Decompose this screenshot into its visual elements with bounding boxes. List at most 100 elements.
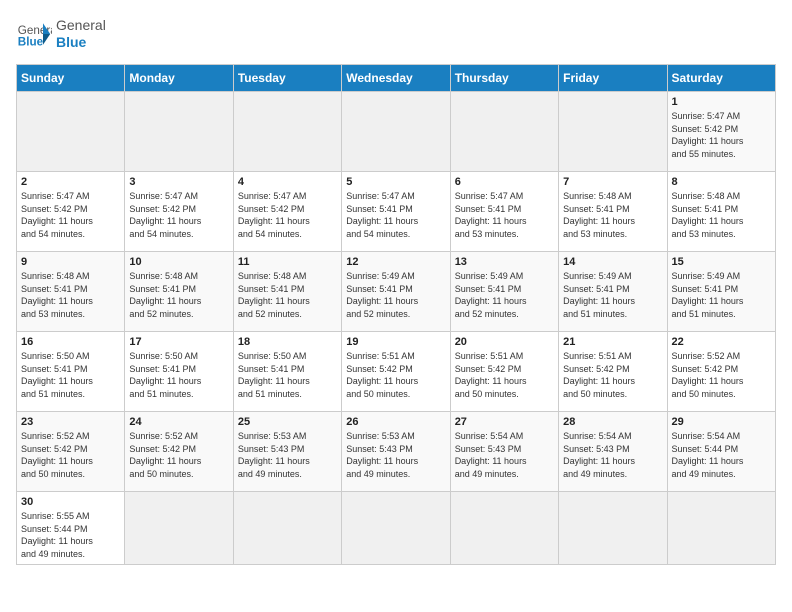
day-info: Sunrise: 5:52 AM Sunset: 5:42 PM Dayligh… [129, 430, 228, 480]
calendar-cell: 17 Sunrise: 5:50 AM Sunset: 5:41 PM Dayli… [125, 332, 233, 412]
day-number: 9 [21, 256, 120, 268]
calendar-cell: 10 Sunrise: 5:48 AM Sunset: 5:41 PM Dayli… [125, 252, 233, 332]
calendar-cell [559, 92, 667, 172]
day-number: 7 [563, 176, 662, 188]
day-number: 6 [455, 176, 554, 188]
day-number: 3 [129, 176, 228, 188]
calendar-cell: 30 Sunrise: 5:55 AM Sunset: 5:44 PM Dayli… [17, 492, 125, 565]
calendar-cell [559, 492, 667, 565]
day-number: 8 [672, 176, 771, 188]
day-info: Sunrise: 5:51 AM Sunset: 5:42 PM Dayligh… [346, 350, 445, 400]
logo-icon: General Blue [16, 16, 52, 52]
day-number: 20 [455, 336, 554, 348]
day-info: Sunrise: 5:51 AM Sunset: 5:42 PM Dayligh… [563, 350, 662, 400]
day-info: Sunrise: 5:55 AM Sunset: 5:44 PM Dayligh… [21, 510, 120, 560]
calendar-cell [17, 92, 125, 172]
day-number: 4 [238, 176, 337, 188]
calendar-cell: 7 Sunrise: 5:48 AM Sunset: 5:41 PM Daylig… [559, 172, 667, 252]
calendar-cell: 26 Sunrise: 5:53 AM Sunset: 5:43 PM Dayli… [342, 412, 450, 492]
calendar-cell: 22 Sunrise: 5:52 AM Sunset: 5:42 PM Dayli… [667, 332, 775, 412]
day-info: Sunrise: 5:49 AM Sunset: 5:41 PM Dayligh… [563, 270, 662, 320]
day-number: 15 [672, 256, 771, 268]
day-number: 10 [129, 256, 228, 268]
calendar-cell [125, 92, 233, 172]
day-number: 14 [563, 256, 662, 268]
day-info: Sunrise: 5:48 AM Sunset: 5:41 PM Dayligh… [238, 270, 337, 320]
calendar-cell: 5Sunrise: 5:47 AM Sunset: 5:41 PM Daylig… [342, 172, 450, 252]
day-info: Sunrise: 5:53 AM Sunset: 5:43 PM Dayligh… [238, 430, 337, 480]
day-info: Sunrise: 5:48 AM Sunset: 5:41 PM Dayligh… [563, 190, 662, 240]
day-header-saturday: Saturday [667, 65, 775, 92]
day-info: Sunrise: 5:54 AM Sunset: 5:43 PM Dayligh… [563, 430, 662, 480]
calendar-cell: 8 Sunrise: 5:48 AM Sunset: 5:41 PM Daylig… [667, 172, 775, 252]
day-header-friday: Friday [559, 65, 667, 92]
day-info: Sunrise: 5:49 AM Sunset: 5:41 PM Dayligh… [346, 270, 445, 320]
day-header-thursday: Thursday [450, 65, 558, 92]
day-number: 11 [238, 256, 337, 268]
calendar-week-6: 30 Sunrise: 5:55 AM Sunset: 5:44 PM Dayli… [17, 492, 776, 565]
calendar-cell: 4 Sunrise: 5:47 AM Sunset: 5:42 PM Daylig… [233, 172, 341, 252]
day-info: Sunrise: 5:51 AM Sunset: 5:42 PM Dayligh… [455, 350, 554, 400]
calendar-week-5: 23 Sunrise: 5:52 AM Sunset: 5:42 PM Dayli… [17, 412, 776, 492]
calendar-cell: 1 Sunrise: 5:47 AM Sunset: 5:42 PM Daylig… [667, 92, 775, 172]
day-info: Sunrise: 5:54 AM Sunset: 5:44 PM Dayligh… [672, 430, 771, 480]
day-info: Sunrise: 5:48 AM Sunset: 5:41 PM Dayligh… [129, 270, 228, 320]
logo-blue: Blue [56, 34, 106, 51]
day-number: 17 [129, 336, 228, 348]
day-info: Sunrise: 5:48 AM Sunset: 5:41 PM Dayligh… [672, 190, 771, 240]
calendar-cell: 18 Sunrise: 5:50 AM Sunset: 5:41 PM Dayli… [233, 332, 341, 412]
day-number: 1 [672, 96, 771, 108]
day-info: Sunrise: 5:52 AM Sunset: 5:42 PM Dayligh… [672, 350, 771, 400]
calendar-cell: 11 Sunrise: 5:48 AM Sunset: 5:41 PM Dayli… [233, 252, 341, 332]
day-number: 30 [21, 496, 120, 508]
calendar-cell: 24 Sunrise: 5:52 AM Sunset: 5:42 PM Dayli… [125, 412, 233, 492]
day-number: 25 [238, 416, 337, 428]
logo: General Blue General Blue [16, 16, 106, 52]
day-number: 18 [238, 336, 337, 348]
day-info: Sunrise: 5:47 AM Sunset: 5:42 PM Dayligh… [129, 190, 228, 240]
calendar-cell: 19 Sunrise: 5:51 AM Sunset: 5:42 PM Dayli… [342, 332, 450, 412]
day-number: 19 [346, 336, 445, 348]
calendar-cell: 23Sunrise: 5:52 AM Sunset: 5:42 PM Dayli… [17, 412, 125, 492]
calendar-header: SundayMondayTuesdayWednesdayThursdayFrid… [17, 65, 776, 92]
day-number: 29 [672, 416, 771, 428]
day-info: Sunrise: 5:50 AM Sunset: 5:41 PM Dayligh… [21, 350, 120, 400]
calendar-cell: 16 Sunrise: 5:50 AM Sunset: 5:41 PM Dayli… [17, 332, 125, 412]
calendar-cell: 20 Sunrise: 5:51 AM Sunset: 5:42 PM Dayli… [450, 332, 558, 412]
day-number: 26 [346, 416, 445, 428]
day-info: Sunrise: 5:49 AM Sunset: 5:41 PM Dayligh… [672, 270, 771, 320]
day-info: Sunrise: 5:53 AM Sunset: 5:43 PM Dayligh… [346, 430, 445, 480]
calendar-week-3: 9 Sunrise: 5:48 AM Sunset: 5:41 PM Daylig… [17, 252, 776, 332]
calendar-table: SundayMondayTuesdayWednesdayThursdayFrid… [16, 64, 776, 565]
calendar-cell: 14 Sunrise: 5:49 AM Sunset: 5:41 PM Dayli… [559, 252, 667, 332]
day-info: Sunrise: 5:47 AM Sunset: 5:42 PM Dayligh… [238, 190, 337, 240]
calendar-cell: 27Sunrise: 5:54 AM Sunset: 5:43 PM Dayli… [450, 412, 558, 492]
day-number: 23 [21, 416, 120, 428]
calendar-cell [342, 492, 450, 565]
calendar-cell [450, 92, 558, 172]
calendar-cell: 15 Sunrise: 5:49 AM Sunset: 5:41 PM Dayli… [667, 252, 775, 332]
calendar-cell [233, 492, 341, 565]
day-number: 22 [672, 336, 771, 348]
day-number: 24 [129, 416, 228, 428]
day-number: 12 [346, 256, 445, 268]
day-number: 16 [21, 336, 120, 348]
calendar-cell: 13Sunrise: 5:49 AM Sunset: 5:41 PM Dayli… [450, 252, 558, 332]
calendar-week-2: 2Sunrise: 5:47 AM Sunset: 5:42 PM Daylig… [17, 172, 776, 252]
day-info: Sunrise: 5:50 AM Sunset: 5:41 PM Dayligh… [129, 350, 228, 400]
day-number: 21 [563, 336, 662, 348]
calendar-cell: 9Sunrise: 5:48 AM Sunset: 5:41 PM Daylig… [17, 252, 125, 332]
day-info: Sunrise: 5:50 AM Sunset: 5:41 PM Dayligh… [238, 350, 337, 400]
calendar-cell: 3 Sunrise: 5:47 AM Sunset: 5:42 PM Daylig… [125, 172, 233, 252]
calendar-cell [125, 492, 233, 565]
calendar-cell: 6 Sunrise: 5:47 AM Sunset: 5:41 PM Daylig… [450, 172, 558, 252]
day-number: 28 [563, 416, 662, 428]
day-info: Sunrise: 5:47 AM Sunset: 5:42 PM Dayligh… [672, 110, 771, 160]
calendar-cell [667, 492, 775, 565]
calendar-cell: 12 Sunrise: 5:49 AM Sunset: 5:41 PM Dayli… [342, 252, 450, 332]
logo-general: General [56, 17, 106, 34]
day-info: Sunrise: 5:47 AM Sunset: 5:41 PM Dayligh… [455, 190, 554, 240]
calendar-cell [342, 92, 450, 172]
calendar-cell [233, 92, 341, 172]
day-number: 13 [455, 256, 554, 268]
